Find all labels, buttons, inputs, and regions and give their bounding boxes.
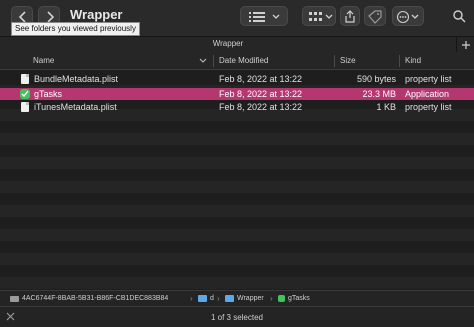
path-item-wrapper[interactable]: Wrapper [237,294,264,304]
selection-status: 1 of 3 selected [210,313,264,322]
path-item-d[interactable]: d [210,294,214,304]
empty-row-stripe [0,181,474,193]
grid-view-icon [309,12,333,21]
empty-row-stripe [0,217,474,229]
file-size: 1 KB [376,102,396,112]
back-button-tooltip: See folders you viewed previously [11,22,140,36]
empty-row-stripe [0,145,474,157]
folder-icon [198,295,207,302]
file-name: iTunesMetadata.plist [34,102,117,112]
path-bar: 4AC6744F-8BAB-5B31-B86F-CB1DEC883B84 › d… [0,290,474,306]
plus-icon [462,41,470,49]
file-kind: Application [405,89,450,99]
path-chevron-icon: › [190,294,193,303]
group-view-button[interactable] [302,6,336,26]
file-date: Feb 8, 2022 at 13:22 [219,89,303,99]
disk-icon [10,296,19,302]
file-list[interactable]: BundleMetadata.plist Feb 8, 2022 at 13:2… [0,71,474,290]
plist-file-icon [21,74,29,84]
sort-chevron-icon [199,58,207,63]
more-button[interactable] [392,6,424,26]
folder-icon [225,295,234,302]
more-icon [396,10,419,24]
new-tab-button[interactable] [456,37,474,53]
file-row-gtasks[interactable]: gTasks Feb 8, 2022 at 13:22 23.3 MB Appl… [0,88,474,100]
app-icon [278,295,285,302]
file-kind: property list [405,102,452,112]
tab-wrapper[interactable]: Wrapper [0,39,456,48]
empty-row-stripe [0,193,474,205]
file-size: 23.3 MB [362,89,396,99]
column-divider[interactable] [399,55,400,67]
empty-row-stripe [0,277,474,289]
empty-row-stripe [0,169,474,181]
file-row-bundlemetadata[interactable]: BundleMetadata.plist Feb 8, 2022 at 13:2… [0,73,474,85]
list-view-icon [249,12,280,22]
empty-row-stripe [0,205,474,217]
empty-row-stripe [0,265,474,277]
column-header: Name Date Modified Size Kind [0,52,474,70]
empty-row-stripe [0,133,474,145]
file-kind: property list [405,74,452,84]
column-name-header[interactable]: Name [33,52,54,70]
column-size-header[interactable]: Size [340,52,356,70]
path-item-gtasks[interactable]: gTasks [288,294,310,304]
search-icon[interactable] [452,9,466,23]
share-button[interactable] [340,6,360,26]
status-bar: 1 of 3 selected [0,306,474,327]
file-name: BundleMetadata.plist [34,74,119,84]
path-item-volume[interactable]: 4AC6744F-8BAB-5B31-B86F-CB1DEC883B84 [22,294,168,304]
column-date-header[interactable]: Date Modified [219,52,268,70]
tag-icon [368,10,382,24]
path-chevron-icon: › [217,294,220,303]
tab-bar: Wrapper [0,36,474,53]
empty-row-stripe [0,229,474,241]
file-size: 590 bytes [356,74,396,84]
column-divider[interactable] [334,55,335,67]
column-divider[interactable] [213,55,214,67]
empty-row-stripe [0,253,474,265]
plist-file-icon [21,102,29,112]
file-name: gTasks [34,89,63,99]
tag-button[interactable] [364,6,386,26]
share-icon [345,10,355,23]
path-chevron-icon: › [270,294,273,303]
app-icon [20,89,30,99]
file-date: Feb 8, 2022 at 13:22 [219,102,303,112]
file-row-itunesmetadata[interactable]: iTunesMetadata.plist Feb 8, 2022 at 13:2… [0,101,474,113]
file-date: Feb 8, 2022 at 13:22 [219,74,303,84]
list-view-button[interactable] [240,6,288,26]
empty-row-stripe [0,241,474,253]
window-title: Wrapper [70,7,123,22]
empty-row-stripe [0,157,474,169]
column-kind-header[interactable]: Kind [405,52,421,70]
empty-row-stripe [0,121,474,133]
checkmark-icon [21,90,29,98]
